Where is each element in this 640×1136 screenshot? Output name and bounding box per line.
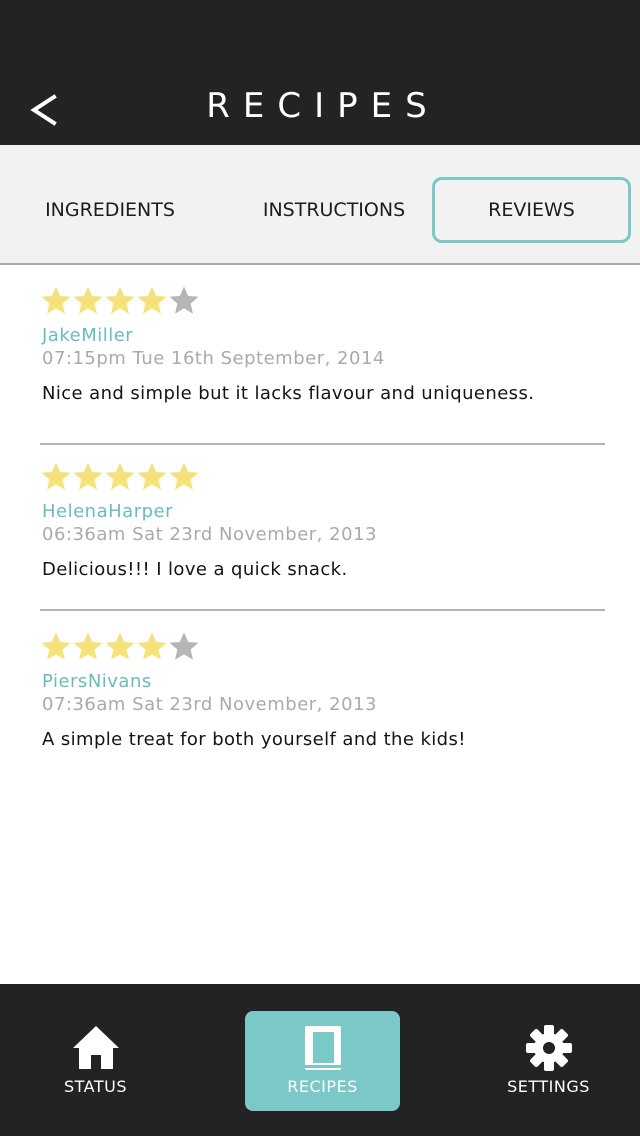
tab-instructions[interactable]: INSTRUCTIONS <box>234 177 434 243</box>
book-icon <box>304 1026 341 1070</box>
nav-settings[interactable]: SETTINGS <box>471 1011 626 1111</box>
star-filled-icon <box>40 285 72 317</box>
review-text: A simple treat for both yourself and the… <box>42 729 466 750</box>
star-rating <box>40 285 605 319</box>
review-item: HelenaHarper 06:36am Sat 23rd November, … <box>40 461 605 580</box>
star-filled-icon <box>72 285 104 317</box>
divider <box>40 609 605 611</box>
star-filled-icon <box>104 461 136 493</box>
nav-recipes-label: RECIPES <box>287 1077 358 1096</box>
star-rating <box>40 461 605 495</box>
divider <box>40 443 605 445</box>
star-filled-icon <box>104 285 136 317</box>
review-date: 07:15pm Tue 16th September, 2014 <box>42 348 385 369</box>
nav-status-label: STATUS <box>63 1077 128 1096</box>
star-rating <box>40 631 605 665</box>
nav-recipes[interactable]: RECIPES <box>245 1011 400 1111</box>
gear-icon <box>525 1025 572 1071</box>
review-item: PiersNivans 07:36am Sat 23rd November, 2… <box>40 631 605 750</box>
star-filled-icon <box>136 285 168 317</box>
star-empty-icon <box>168 285 200 317</box>
review-author[interactable]: HelenaHarper <box>40 501 605 522</box>
review-date: 06:36am Sat 23rd November, 2013 <box>42 524 377 545</box>
app-header: RECIPES <box>0 0 640 145</box>
review-text: Nice and simple but it lacks flavour and… <box>42 383 535 404</box>
star-filled-icon <box>72 461 104 493</box>
nav-settings-label: SETTINGS <box>507 1077 590 1096</box>
star-filled-icon <box>72 631 104 663</box>
nav-status[interactable]: STATUS <box>18 1011 173 1111</box>
review-item: JakeMiller 07:15pm Tue 16th September, 2… <box>40 285 605 404</box>
tab-ingredients[interactable]: INGREDIENTS <box>10 177 210 243</box>
star-filled-icon <box>40 631 72 663</box>
star-filled-icon <box>168 461 200 493</box>
review-author[interactable]: PiersNivans <box>40 671 605 692</box>
star-filled-icon <box>136 631 168 663</box>
star-filled-icon <box>40 461 72 493</box>
tab-bar: INGREDIENTS INSTRUCTIONS REVIEWS <box>0 145 640 265</box>
review-text: Delicious!!! I love a quick snack. <box>42 559 348 580</box>
star-filled-icon <box>136 461 168 493</box>
page-title: RECIPES <box>206 86 440 126</box>
bottom-nav: STATUS RECIPES SETTINGS <box>0 984 640 1136</box>
tab-reviews[interactable]: REVIEWS <box>432 177 631 243</box>
review-date: 07:36am Sat 23rd November, 2013 <box>42 694 377 715</box>
review-author[interactable]: JakeMiller <box>40 325 605 346</box>
home-icon <box>72 1026 119 1069</box>
star-filled-icon <box>104 631 136 663</box>
star-empty-icon <box>168 631 200 663</box>
